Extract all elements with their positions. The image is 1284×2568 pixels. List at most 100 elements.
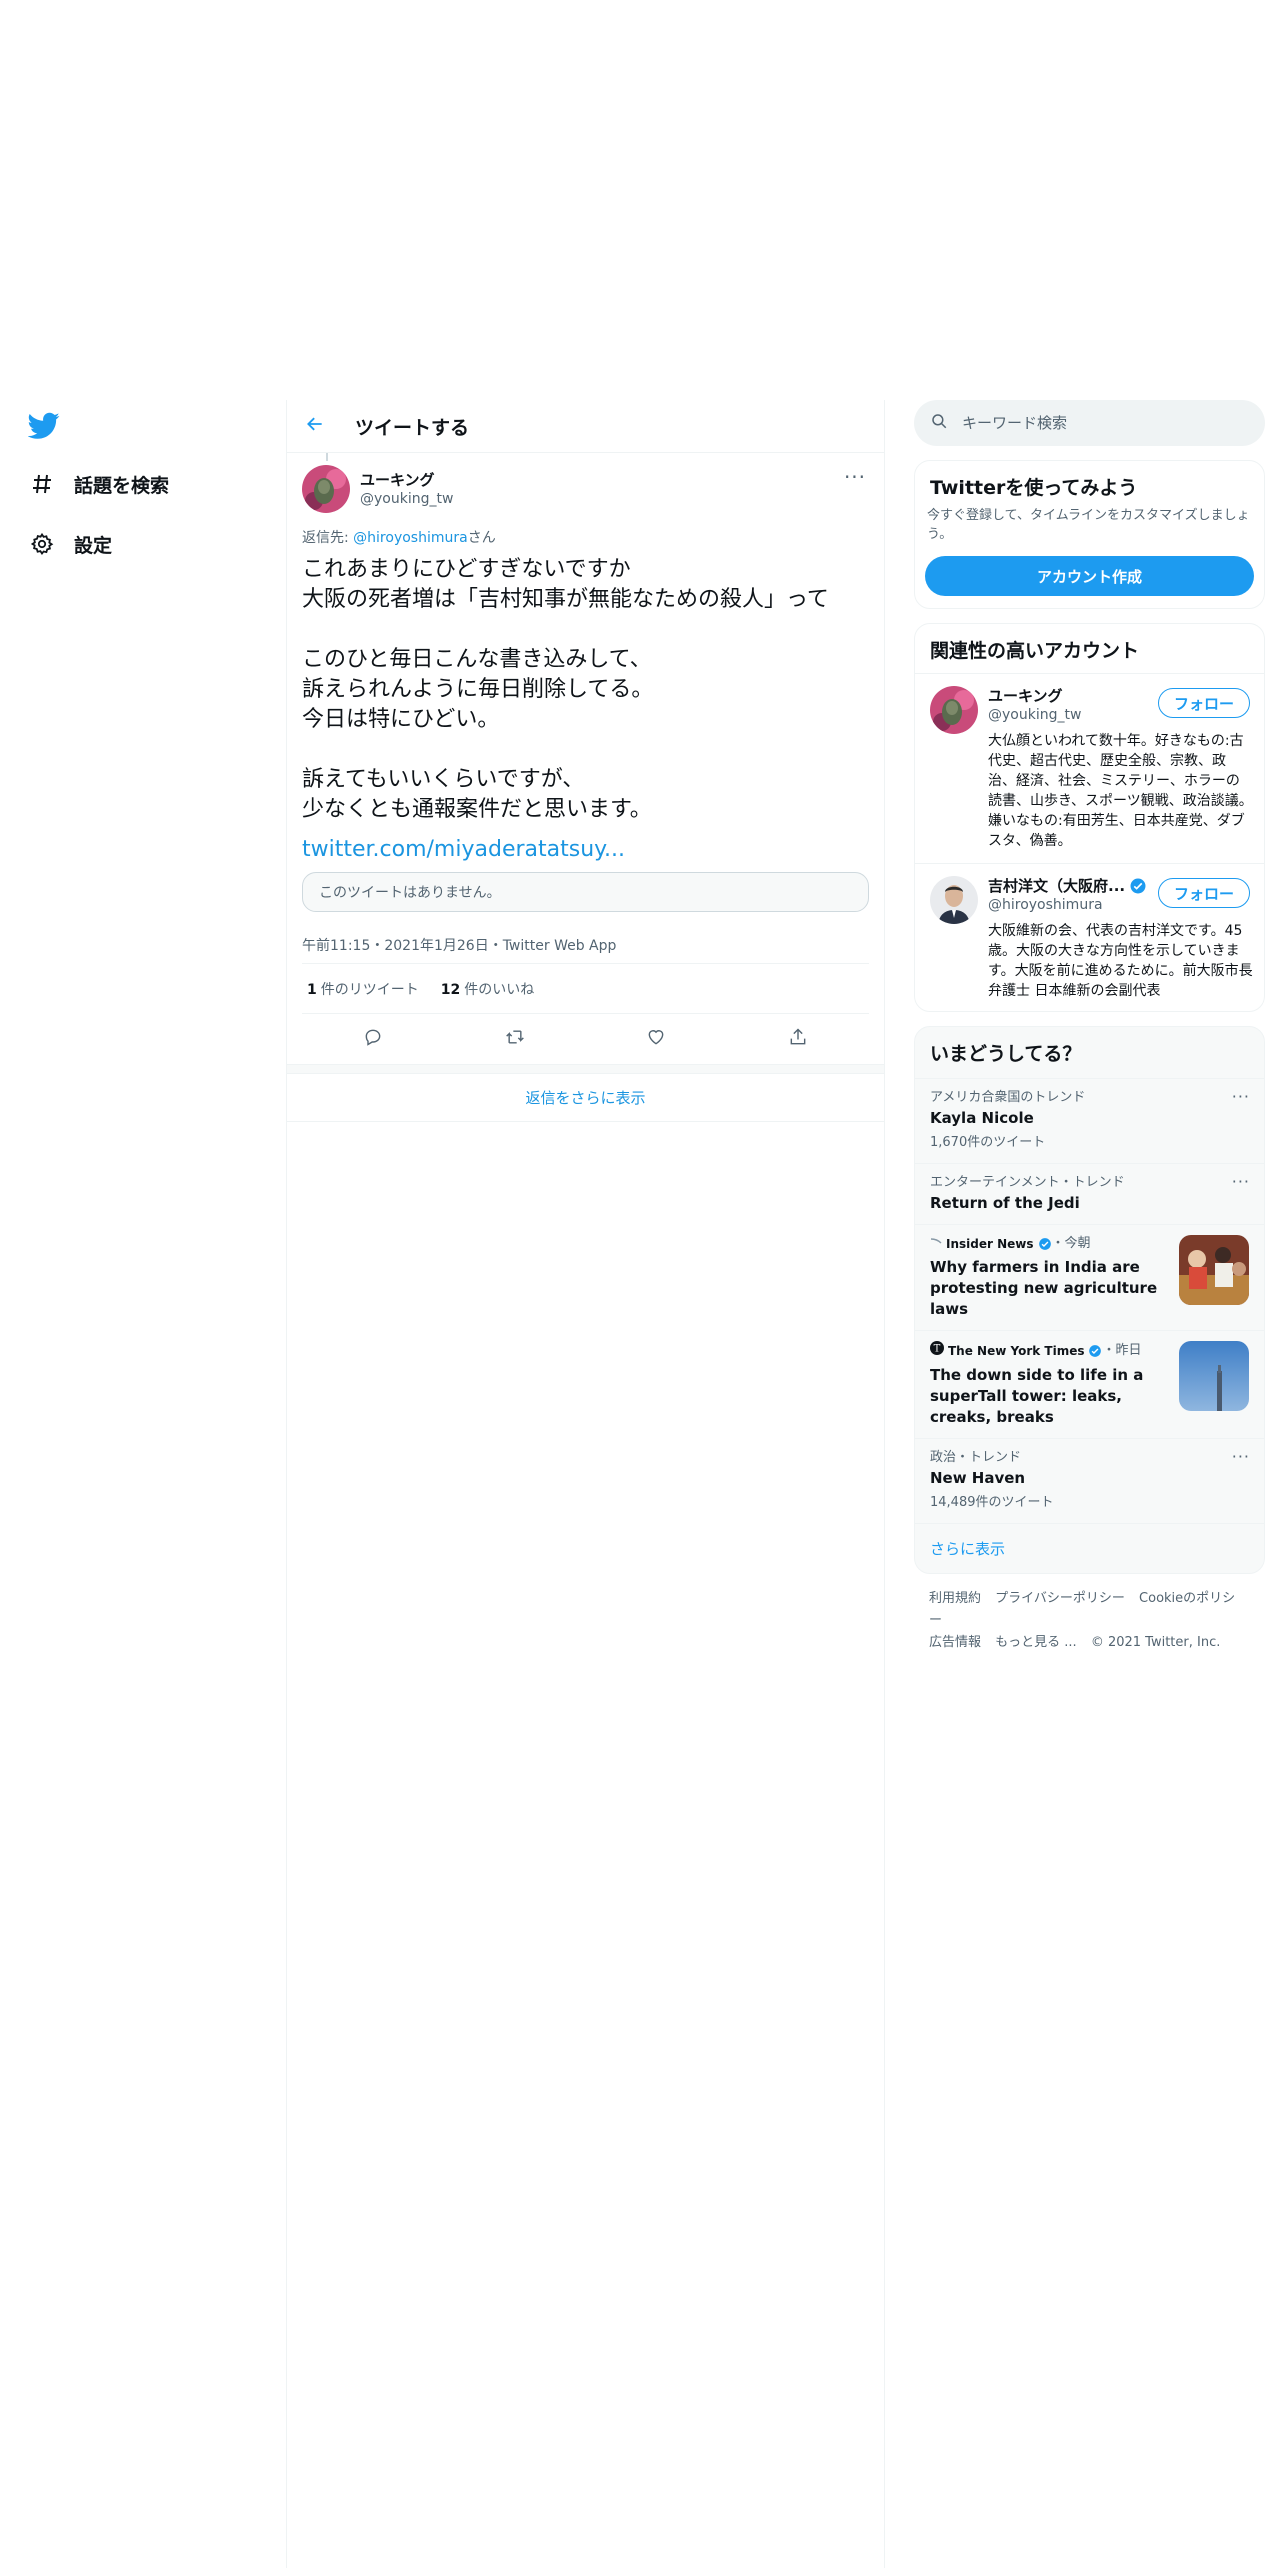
footer-copyright: © 2021 Twitter, Inc.: [1090, 1635, 1221, 1650]
trend-count: 1,670件のツイート: [930, 1135, 1046, 1150]
svg-text:T: T: [934, 1344, 941, 1355]
account-item[interactable]: ユーキング @youking_tw 大仏顔といわれて数十年。好きなもの:古代史、…: [915, 673, 1264, 863]
footer-links: 利用規約 プライバシーポリシー Cookieのポリシー 広告情報 もっと見る .…: [914, 1574, 1265, 1668]
more-options-icon[interactable]: ···: [1232, 1172, 1250, 1191]
reply-to-suffix: さん: [467, 530, 496, 546]
account-name[interactable]: 吉村洋文（大阪府...: [988, 876, 1158, 896]
account-handle[interactable]: @hiroyoshimura: [988, 896, 1158, 915]
tweet-detail: ユーキング @youking_tw ··· 返信先: @hiroyoshimur…: [287, 453, 884, 1064]
avatar[interactable]: [930, 876, 978, 924]
more-options-icon[interactable]: ···: [1232, 1087, 1250, 1106]
tweet-actions: [302, 1014, 869, 1064]
account-handle[interactable]: @youking_tw: [988, 706, 1158, 725]
search-box[interactable]: [914, 400, 1265, 446]
avatar[interactable]: [302, 465, 350, 513]
trend-count: 14,489件のツイート: [930, 1495, 1054, 1510]
retweet-count-link[interactable]: 1 件のリツイート: [307, 979, 419, 999]
signup-card: Twitterを使ってみよう 今すぐ登録して、タイムラインをカスタマイズしましょ…: [914, 460, 1265, 609]
tweet-link[interactable]: twitter.com/miyaderatatsuy...: [302, 837, 869, 862]
verified-badge-icon: [1088, 1344, 1102, 1358]
create-account-button[interactable]: アカウント作成: [925, 556, 1254, 596]
news-headline: Why farmers in India are protesting new …: [930, 1258, 1158, 1318]
news-headline: The down side to life in a superTall tow…: [930, 1366, 1144, 1426]
footer-link-privacy[interactable]: プライバシーポリシー: [995, 1591, 1125, 1606]
search-input[interactable]: [962, 414, 1222, 432]
trend-context: アメリカ合衆国のトレンド: [930, 1090, 1086, 1105]
trend-item[interactable]: アメリカ合衆国のトレンド Kayla Nicole 1,670件のツイート ··…: [915, 1078, 1264, 1163]
tweet-timestamp[interactable]: 午前11:15・2021年1月26日・Twitter Web App: [302, 926, 869, 964]
trend-name: Return of the Jedi: [930, 1194, 1080, 1212]
insider-news-logo-icon: [930, 1235, 942, 1253]
news-item[interactable]: T The New York Times ・昨日 The down side t…: [915, 1330, 1264, 1438]
reply-to-prefix: 返信先:: [302, 530, 354, 546]
related-accounts-title: 関連性の高いアカウント: [930, 640, 1140, 662]
retweet-icon: [504, 1027, 526, 1051]
heart-icon: [646, 1027, 666, 1051]
back-button[interactable]: [295, 406, 335, 446]
trend-name: Kayla Nicole: [930, 1109, 1034, 1127]
trend-context: 政治・トレンド: [930, 1450, 1022, 1465]
divider: [287, 1064, 884, 1074]
tweet-stats: 1 件のリツイート 12 件のいいね: [302, 964, 869, 1014]
more-options-icon[interactable]: ···: [841, 463, 869, 491]
page-title: ツイートする: [355, 416, 470, 439]
nav-item-label: 話題を検索: [74, 474, 170, 497]
main-column: ツイートする ユーキング @youking_tw ··· 返信先: @hiroy…: [286, 400, 885, 2568]
search-icon: [930, 412, 948, 434]
account-bio: 大仏顔といわれて数十年。好きなもの:古代史、超古代史、歴史全般、宗教、政治、経済…: [988, 733, 1253, 849]
reply-button[interactable]: [356, 1022, 390, 1056]
quoted-tweet-unavailable: このツイートはありません。: [302, 872, 869, 912]
show-more-replies-button[interactable]: 返信をさらに表示: [287, 1074, 884, 1122]
avatar[interactable]: [930, 686, 978, 734]
news-thumbnail-image: [1179, 1235, 1249, 1305]
signup-description: 今すぐ登録して、タイムラインをカスタマイズしましょう。: [927, 508, 1250, 542]
column-header: ツイートする: [287, 400, 884, 453]
verified-badge-icon: [1038, 1237, 1052, 1251]
tweet-author[interactable]: ユーキング @youking_tw: [302, 463, 869, 515]
news-item[interactable]: Insider News ・今朝 Why farmers in India ar…: [915, 1224, 1264, 1330]
reply-to-line: 返信先: @hiroyoshimuraさん: [302, 527, 869, 547]
trend-name: New Haven: [930, 1469, 1026, 1487]
trends-title: いまどうしてる？: [930, 1043, 1082, 1065]
footer-link-terms[interactable]: 利用規約: [929, 1591, 981, 1606]
hashtag-icon: [28, 470, 56, 498]
retweet-button[interactable]: [498, 1022, 532, 1056]
follow-button[interactable]: フォロー: [1158, 878, 1250, 908]
tweet-text: これあまりにひどすぎないですか 大阪の死者増は「吉村知事が無能なための殺人」って…: [302, 557, 829, 822]
news-thumbnail-image: [1179, 1341, 1249, 1411]
show-more-trends-link[interactable]: さらに表示: [915, 1523, 1264, 1573]
more-options-icon[interactable]: ···: [1232, 1447, 1250, 1466]
trend-context: エンターテインメント・トレンド: [930, 1175, 1125, 1190]
thread-line: [326, 453, 328, 461]
trend-item[interactable]: 政治・トレンド New Haven 14,489件のツイート ···: [915, 1438, 1264, 1523]
account-bio: 大阪維新の会、代表の吉村洋文です。45歳。大阪の大きな方向性を示していきます。大…: [988, 923, 1253, 999]
trends-card: いまどうしてる？ アメリカ合衆国のトレンド Kayla Nicole 1,670…: [914, 1026, 1265, 1574]
verified-badge-icon: [1129, 877, 1147, 895]
related-accounts-card: 関連性の高いアカウント ユーキング @youking_tw 大仏顔といわれて数十…: [914, 623, 1265, 1012]
arrow-left-icon: [305, 414, 325, 438]
news-source: T The New York Times ・昨日: [930, 1341, 1173, 1361]
news-source: Insider News ・今朝: [930, 1235, 1173, 1253]
author-handle[interactable]: @youking_tw: [360, 490, 453, 509]
signup-title: Twitterを使ってみよう: [930, 477, 1138, 499]
share-icon: [788, 1027, 808, 1051]
follow-button[interactable]: フォロー: [1158, 688, 1250, 718]
like-count-link[interactable]: 12 件のいいね: [441, 979, 534, 999]
reply-icon: [363, 1027, 383, 1051]
trend-item[interactable]: エンターテインメント・トレンド Return of the Jedi ···: [915, 1163, 1264, 1224]
gear-icon: [28, 530, 56, 558]
account-name[interactable]: ユーキング: [988, 686, 1158, 706]
right-sidebar: Twitterを使ってみよう 今すぐ登録して、タイムラインをカスタマイズしましょ…: [914, 400, 1265, 1668]
footer-link-ads[interactable]: 広告情報: [929, 1635, 981, 1650]
reply-to-mention[interactable]: @hiroyoshimura: [353, 530, 468, 546]
account-item[interactable]: 吉村洋文（大阪府... @hiroyoshimura 大阪維新の会、代表の吉村洋…: [915, 863, 1264, 1011]
footer-link-more[interactable]: もっと見る ...: [995, 1635, 1077, 1650]
nav-item-settings[interactable]: 設定: [28, 524, 112, 564]
author-display-name[interactable]: ユーキング: [360, 470, 453, 490]
nav-item-label: 設定: [74, 534, 113, 557]
like-button[interactable]: [639, 1022, 673, 1056]
share-button[interactable]: [781, 1022, 815, 1056]
nyt-logo-icon: T: [930, 1341, 944, 1361]
twitter-logo-icon[interactable]: [27, 412, 62, 442]
nav-item-explore[interactable]: 話題を検索: [28, 464, 169, 504]
